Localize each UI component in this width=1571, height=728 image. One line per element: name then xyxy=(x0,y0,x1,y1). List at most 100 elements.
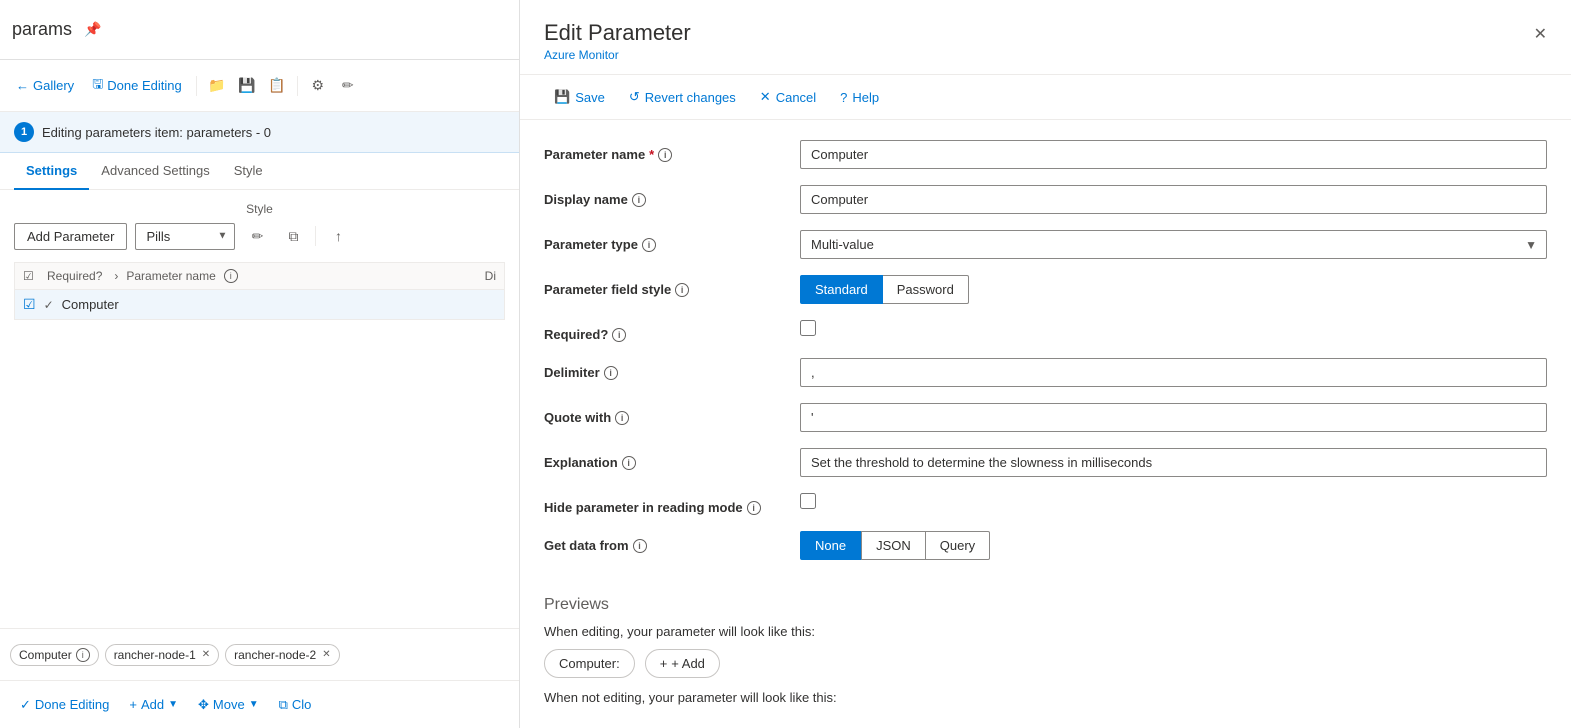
icon-separator xyxy=(315,226,316,246)
get-data-control: None JSON Query xyxy=(800,531,1547,560)
param-type-select[interactable]: Single value Multi-value Text xyxy=(800,230,1547,259)
move-up-button[interactable]: ↑ xyxy=(324,222,352,250)
chip-node-2-close[interactable]: ✕ xyxy=(322,649,330,660)
page-title: params xyxy=(12,19,72,40)
help-button[interactable]: ? Help xyxy=(830,84,889,111)
tab-advanced-settings[interactable]: Advanced Settings xyxy=(89,153,221,190)
quote-with-input[interactable] xyxy=(800,403,1547,432)
query-toggle-button[interactable]: Query xyxy=(926,531,990,560)
preview-add-button[interactable]: + + Add xyxy=(645,649,720,678)
save-button-left[interactable]: 💾 xyxy=(233,72,261,100)
hide-param-info-icon: i xyxy=(747,501,761,515)
param-name-control xyxy=(800,140,1547,169)
right-subtitle: Azure Monitor xyxy=(544,48,1547,62)
field-style-label: Parameter field style i xyxy=(544,275,784,297)
settings-button[interactable]: ⚙ xyxy=(304,72,332,100)
move-bottom-button[interactable]: ✥ Move ▼ xyxy=(190,693,267,717)
chip-info-icon[interactable]: i xyxy=(76,648,90,662)
display-name-label: Display name i xyxy=(544,185,784,207)
param-name-input[interactable] xyxy=(800,140,1547,169)
move-chevron-icon: ▼ xyxy=(249,699,259,710)
quote-with-row: Quote with i xyxy=(544,403,1547,432)
edit-button[interactable]: ✏ xyxy=(334,72,362,100)
row-checkbox[interactable]: ☑ xyxy=(23,296,36,313)
copy-param-button[interactable]: ⧉ xyxy=(279,222,307,250)
save-all-icon: 📋 xyxy=(268,77,285,94)
folder-icon: 📁 xyxy=(208,77,225,94)
save-toolbar-icon: 💾 xyxy=(554,89,570,105)
add-bottom-button[interactable]: + Add ▼ xyxy=(121,693,186,716)
help-icon: ? xyxy=(840,90,847,105)
pencil-icon: ✏ xyxy=(342,77,354,94)
explanation-input[interactable] xyxy=(800,448,1547,477)
left-panel: params 📌 ← Gallery 🖫 Done Editing 📁 💾 📋 … xyxy=(0,0,520,728)
display-name-input[interactable] xyxy=(800,185,1547,214)
required-control xyxy=(800,320,1547,341)
style-select[interactable]: Pills Tabs Dropdown xyxy=(135,223,235,250)
preview-label-chip: Computer: xyxy=(544,649,635,678)
get-data-toggle: None JSON Query xyxy=(800,531,1547,560)
edit-toolbar: ← Gallery 🖫 Done Editing 📁 💾 📋 ⚙ ✏ xyxy=(0,60,519,112)
header-di-col: Di xyxy=(485,269,496,283)
style-select-wrapper: Pills Tabs Dropdown ▼ xyxy=(135,223,235,250)
right-header: Edit Parameter Azure Monitor ✕ xyxy=(520,0,1571,75)
cancel-button[interactable]: ✕ Cancel xyxy=(750,83,826,111)
required-label: Required? i xyxy=(544,320,784,342)
save-all-button[interactable]: 📋 xyxy=(263,72,291,100)
preview-chips-bar: Computer i rancher-node-1 ✕ rancher-node… xyxy=(0,628,519,680)
param-name-row: Parameter name * i xyxy=(544,140,1547,169)
header-checkbox-col: ☑ xyxy=(23,269,39,283)
quote-info-icon: i xyxy=(615,411,629,425)
none-toggle-button[interactable]: None xyxy=(800,531,861,560)
explanation-info-icon: i xyxy=(622,456,636,470)
done-editing-button-top[interactable]: 🖫 Done Editing xyxy=(84,71,190,101)
param-type-info-icon: i xyxy=(642,238,656,252)
gallery-button[interactable]: ← Gallery xyxy=(8,74,82,97)
check-icon-bottom: ✓ xyxy=(20,697,31,713)
get-data-label: Get data from i xyxy=(544,531,784,553)
add-chevron-icon: ▼ xyxy=(168,699,178,710)
folder-button[interactable]: 📁 xyxy=(203,72,231,100)
param-type-label: Parameter type i xyxy=(544,230,784,252)
pencil-small-icon: ✏ xyxy=(252,228,264,245)
hide-param-checkbox[interactable] xyxy=(800,493,816,509)
json-toggle-button[interactable]: JSON xyxy=(861,531,926,560)
hide-param-control xyxy=(800,493,1547,514)
save-button[interactable]: 💾 Save xyxy=(544,83,615,111)
bottom-bar: ✓ Done Editing + Add ▼ ✥ Move ▼ ⧉ Clo xyxy=(0,680,519,728)
param-table-header: ☑ Required? › Parameter name i Di xyxy=(14,262,505,290)
clone-bottom-button[interactable]: ⧉ Clo xyxy=(271,693,320,717)
chip-node-1-close[interactable]: ✕ xyxy=(202,649,210,660)
delimiter-input[interactable] xyxy=(800,358,1547,387)
revert-button[interactable]: ↺ Revert changes xyxy=(619,83,746,111)
chip-computer: Computer i xyxy=(10,644,99,666)
password-toggle-button[interactable]: Password xyxy=(883,275,969,304)
edit-param-icon-button[interactable]: ✏ xyxy=(243,222,271,250)
copy-icon: ⧉ xyxy=(288,228,298,245)
table-row[interactable]: ☑ ✓ Computer xyxy=(14,290,505,320)
previews-section: Previews When editing, your parameter wi… xyxy=(520,596,1571,728)
arrow-up-icon: ↑ xyxy=(335,228,342,244)
quote-with-label: Quote with i xyxy=(544,403,784,425)
save-icon: 💾 xyxy=(238,77,255,94)
tab-settings[interactable]: Settings xyxy=(14,153,89,190)
editing-header-text: Editing parameters item: parameters - 0 xyxy=(42,125,271,140)
done-editing-button-bottom[interactable]: ✓ Done Editing xyxy=(12,693,117,717)
close-button[interactable]: ✕ xyxy=(1530,20,1551,48)
gear-icon: ⚙ xyxy=(311,77,324,94)
pin-icon[interactable]: 📌 xyxy=(84,21,101,38)
done-editing-icon: 🖫 xyxy=(92,75,103,97)
required-checkbox[interactable] xyxy=(800,320,816,336)
chip-node-2: rancher-node-2 ✕ xyxy=(225,644,339,666)
param-type-select-wrapper: Single value Multi-value Text ▼ xyxy=(800,230,1547,259)
delimiter-info-icon: i xyxy=(604,366,618,380)
header-required-col: Required? xyxy=(47,269,102,283)
required-info-icon: i xyxy=(612,328,626,342)
standard-toggle-button[interactable]: Standard xyxy=(800,275,883,304)
row-required-check: ✓ xyxy=(44,298,54,312)
tab-style[interactable]: Style xyxy=(222,153,275,190)
explanation-control xyxy=(800,448,1547,477)
explanation-label: Explanation i xyxy=(544,448,784,470)
plus-icon-bottom: + xyxy=(129,697,137,712)
add-parameter-button[interactable]: Add Parameter xyxy=(14,223,127,250)
